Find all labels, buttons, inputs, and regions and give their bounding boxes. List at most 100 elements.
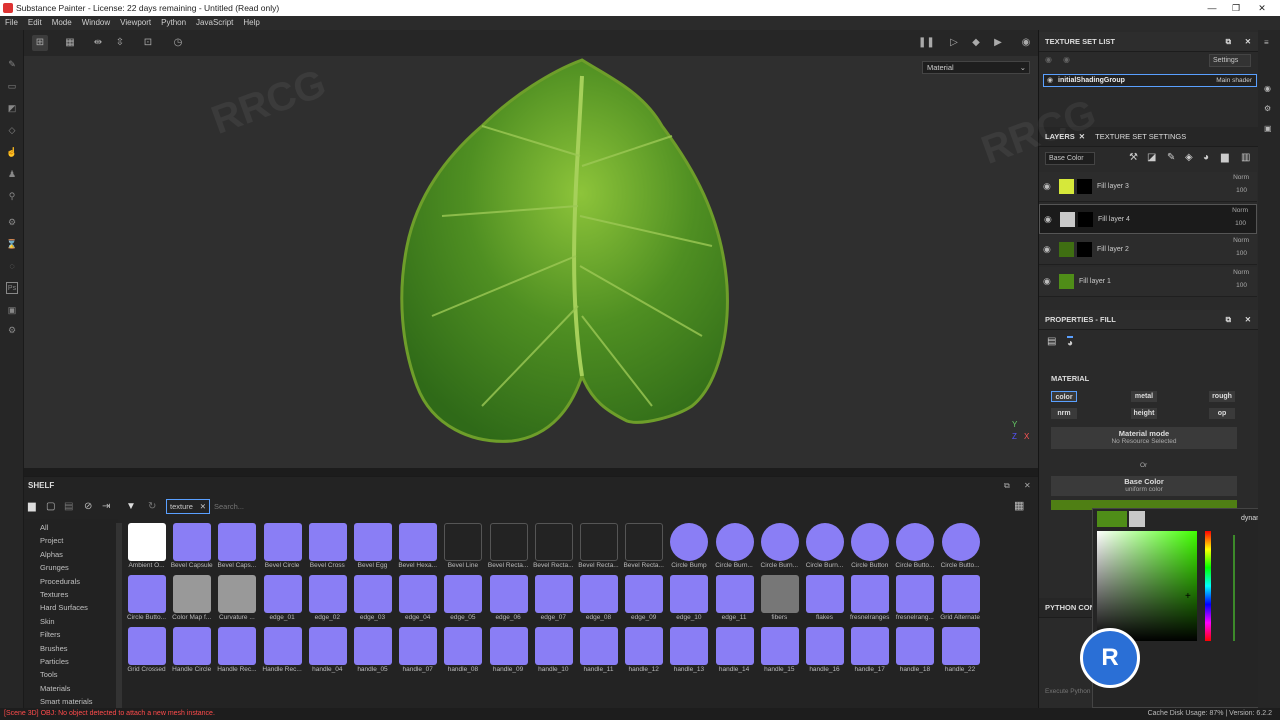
shelf-item[interactable]: handle_08	[440, 627, 485, 679]
properties-tab-icon[interactable]: ▤	[1047, 336, 1056, 347]
shelf-item[interactable]: handle_05	[350, 627, 395, 679]
layer-mask-thumbnail[interactable]	[1077, 179, 1092, 194]
fill-layer-icon[interactable]: ◈	[1185, 152, 1193, 163]
shelf-item[interactable]: flakes	[802, 575, 847, 627]
eraser-icon[interactable]: ▭	[6, 80, 18, 92]
tab-texture-set-settings[interactable]: TEXTURE SET SETTINGS	[1095, 132, 1186, 141]
shelf-item[interactable]: handle_07	[395, 627, 440, 679]
shelf-category-all[interactable]: All	[40, 523, 48, 532]
eye-icon[interactable]: ◉	[1063, 55, 1070, 64]
plugin-gear-icon[interactable]: ⚙	[6, 324, 18, 336]
opacity-value[interactable]: 100	[1236, 187, 1247, 194]
layers-icon[interactable]: ≡	[1264, 38, 1269, 47]
projection-icon[interactable]: ◩	[6, 102, 18, 114]
menu-python[interactable]: Python	[156, 16, 191, 30]
previous-color-swatch[interactable]	[1129, 511, 1145, 527]
hue-slider[interactable]	[1205, 531, 1211, 641]
menu-javascript[interactable]: JavaScript	[191, 16, 238, 30]
eye-icon[interactable]: ◉	[1047, 76, 1053, 84]
shelf-item[interactable]: edge_08	[576, 575, 621, 627]
shelf-category-particles[interactable]: Particles	[40, 657, 69, 666]
texture-filter-tag[interactable]: texture ✕	[166, 499, 210, 514]
layer-mask-thumbnail[interactable]	[1077, 242, 1092, 257]
shelf-category-smart-materials[interactable]: Smart materials	[40, 697, 93, 706]
photoshop-icon[interactable]: Ps	[6, 282, 18, 294]
category-scrollbar[interactable]	[116, 523, 122, 709]
channel-op[interactable]: op	[1209, 408, 1235, 419]
shelf-item[interactable]: fresnelrang...	[892, 575, 937, 627]
shelf-category-alphas[interactable]: Alphas	[40, 550, 63, 559]
channel-metal[interactable]: metal	[1131, 391, 1157, 402]
shelf-item[interactable]: handle_22	[938, 627, 983, 679]
shelf-item[interactable]: handle_12	[621, 627, 666, 679]
folder-icon[interactable]: ▆	[28, 501, 36, 512]
folder-icon[interactable]: ▆	[1221, 152, 1229, 163]
blend-mode-select[interactable]: Norm	[1233, 269, 1249, 276]
shelf-item[interactable]: Bevel Line	[440, 523, 485, 575]
shelf-item[interactable]: Grid Alternate	[938, 575, 983, 627]
shelf-item[interactable]: edge_05	[440, 575, 485, 627]
shelf-item[interactable]: Circle Button	[847, 523, 892, 575]
grid-icon[interactable]: ◌	[6, 260, 18, 272]
camera-video-icon[interactable]: ▶	[990, 35, 1006, 51]
import-icon[interactable]: ⇥	[102, 501, 110, 512]
undock-icon[interactable]: ⧉	[1226, 310, 1231, 330]
current-color-swatch[interactable]	[1097, 511, 1127, 527]
menu-edit[interactable]: Edit	[23, 16, 47, 30]
layer-row[interactable]: ◉ Fill layer 4 Norm 100	[1039, 203, 1257, 234]
menu-help[interactable]: Help	[238, 16, 264, 30]
shelf-item[interactable]: handle_13	[666, 627, 711, 679]
layer-row[interactable]: ◉ Fill layer 3 Norm 100	[1039, 172, 1257, 202]
display-settings-icon[interactable]: ◉	[1264, 84, 1271, 93]
smart-mask-icon[interactable]: ◪	[1147, 152, 1156, 163]
shelf-item[interactable]: fresnelranges	[847, 575, 892, 627]
shelf-category-grunges[interactable]: Grunges	[40, 563, 69, 572]
shelf-item[interactable]: Circle Butto...	[938, 523, 983, 575]
paint-layer-icon[interactable]: ✎	[1167, 152, 1175, 163]
close-icon[interactable]: ✕	[1245, 32, 1251, 52]
shelf-item[interactable]: Bevel Hexa...	[395, 523, 440, 575]
shelf-item[interactable]: Ambient O...	[124, 523, 169, 575]
saturation-value-area[interactable]: +	[1097, 531, 1197, 641]
eye-icon[interactable]: ◉	[1043, 181, 1051, 192]
shelf-item[interactable]: handle_16	[802, 627, 847, 679]
shelf-item[interactable]: edge_10	[666, 575, 711, 627]
grid-view-icon[interactable]: ⊞	[32, 35, 48, 51]
hide-icon[interactable]: ⊘	[84, 501, 92, 512]
channel-select[interactable]: Base Color	[1045, 152, 1095, 165]
material-mode-select[interactable]: Material ⌄	[922, 61, 1030, 74]
viewport-3d[interactable]: Material ⌄ Y Z X	[24, 56, 1038, 468]
python-input[interactable]	[1045, 685, 1095, 697]
shelf-item[interactable]: Bevel Cross	[305, 523, 350, 575]
settings-dropdown[interactable]: Settings	[1209, 54, 1251, 67]
color-picker-icon[interactable]: ⚲	[6, 190, 18, 202]
export-icon[interactable]: ▣	[6, 304, 18, 316]
opacity-value[interactable]: 100	[1235, 220, 1246, 227]
saturation-slider[interactable]	[1233, 535, 1235, 641]
shelf-category-textures[interactable]: Textures	[40, 590, 68, 599]
texture-set-item[interactable]: ◉ initialShadingGroup Main shader	[1043, 74, 1257, 87]
shader-settings-icon[interactable]: ⚙	[1264, 104, 1271, 113]
clone-stamp-icon[interactable]: ♟	[6, 168, 18, 180]
shelf-item[interactable]: handle_18	[892, 627, 937, 679]
shelf-item[interactable]: Circle Butto...	[892, 523, 937, 575]
eye-icon[interactable]: ◉	[1045, 55, 1052, 64]
shelf-item[interactable]: edge_09	[621, 575, 666, 627]
layer-row[interactable]: ◉ Fill layer 2 Norm 100	[1039, 235, 1257, 265]
cube-icon[interactable]: ◆	[968, 35, 984, 51]
shelf-item[interactable]: edge_07	[531, 575, 576, 627]
filter-icon[interactable]: ▼	[126, 501, 136, 512]
opacity-value[interactable]: 100	[1236, 250, 1247, 257]
smudge-icon[interactable]: ☝	[6, 146, 18, 158]
shelf-category-filters[interactable]: Filters	[40, 630, 60, 639]
effect-icon[interactable]: ⚒	[1129, 152, 1138, 163]
shelf-item[interactable]: Bevel Recta...	[621, 523, 666, 575]
eye-icon[interactable]: ◉	[1044, 214, 1052, 225]
shelf-item[interactable]: Handle Circle	[169, 627, 214, 679]
shelf-category-materials[interactable]: Materials	[40, 684, 70, 693]
undock-icon[interactable]: ⧉	[1004, 481, 1010, 491]
viewer-settings-icon[interactable]: ▣	[1264, 124, 1272, 133]
close-window-button[interactable]: ✕	[1250, 0, 1274, 16]
shelf-item[interactable]: Circle Burn...	[712, 523, 757, 575]
layer-mask-thumbnail[interactable]	[1078, 211, 1093, 227]
